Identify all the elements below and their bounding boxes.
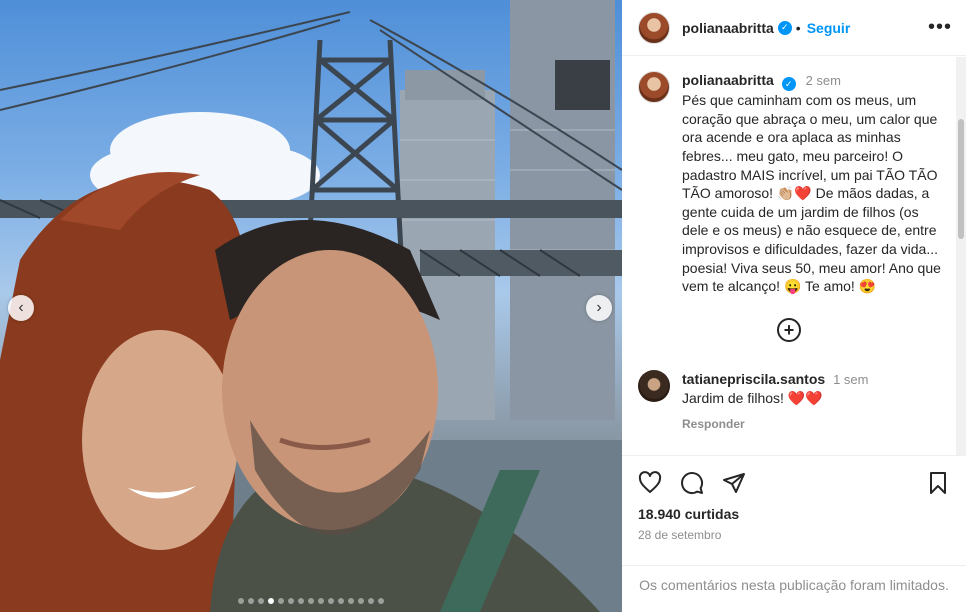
more-options-icon[interactable]: ••• [928, 16, 952, 39]
comment-body: tatianepriscila.santos 1 sem Jardim de f… [682, 370, 868, 433]
share-icon[interactable] [722, 471, 746, 495]
post-caption: polianaabritta ✓ 2 sem Pés que caminham … [638, 71, 956, 296]
caption-text: Pés que caminham com os meus, um coração… [682, 92, 941, 295]
comment-time[interactable]: 1 sem [833, 372, 868, 387]
post-photo[interactable]: ‹ › [0, 0, 622, 612]
carousel-dot [358, 598, 364, 604]
avatar[interactable] [638, 11, 670, 44]
carousel-dot [318, 598, 324, 604]
carousel-dot [248, 598, 254, 604]
comment-avatar[interactable] [638, 369, 670, 402]
caption-username[interactable]: polianaabritta [682, 72, 774, 88]
action-icons [638, 468, 950, 498]
carousel-dot [278, 598, 284, 604]
verified-badge-icon: ✓ [781, 77, 796, 92]
comment-username[interactable]: tatianepriscila.santos [682, 371, 825, 387]
post-date[interactable]: 28 de setembro [638, 528, 950, 542]
likes-count[interactable]: 18.940 curtidas [638, 506, 950, 522]
comments-limited-notice: Os comentários nesta publicação foram li… [622, 565, 966, 612]
carousel-dot [298, 598, 304, 604]
carousel-dot [268, 598, 274, 604]
scrollbar-thumb[interactable] [958, 119, 964, 239]
comment-text: Jardim de filhos! ❤️❤️ [682, 389, 823, 406]
carousel-prev-button[interactable]: ‹ [8, 295, 34, 321]
carousel-indicator [0, 598, 622, 604]
list-item: tatianepriscila.santos 1 sem Jardim de f… [638, 369, 956, 433]
chevron-right-icon: › [596, 299, 602, 316]
caption-body: polianaabritta ✓ 2 sem Pés que caminham … [682, 71, 942, 296]
carousel-dot [348, 598, 354, 604]
carousel-dot [378, 598, 384, 604]
load-more-comments-button[interactable]: + [622, 317, 956, 342]
carousel-dot [368, 598, 374, 604]
follow-button[interactable]: Seguir [807, 20, 851, 36]
carousel-dot [238, 598, 244, 604]
plus-circle-icon: + [777, 317, 801, 342]
comments-scrollbar[interactable] [956, 57, 966, 455]
photo-illustration [0, 0, 622, 612]
comment-icon[interactable] [680, 471, 704, 495]
actions-bar: 18.940 curtidas 28 de setembro [622, 455, 966, 542]
carousel-dot [308, 598, 314, 604]
carousel-dot [338, 598, 344, 604]
post-header: polianaabritta ✓ • Seguir ••• [622, 0, 966, 56]
carousel-dot [288, 598, 294, 604]
chevron-left-icon: ‹ [18, 299, 24, 316]
post-side-panel: polianaabritta ✓ • Seguir ••• polianaabr… [622, 0, 966, 612]
bookmark-icon[interactable] [926, 471, 950, 495]
comments-section[interactable]: polianaabritta ✓ 2 sem Pés que caminham … [622, 57, 956, 455]
heart-icon[interactable] [638, 471, 662, 495]
carousel-dot [328, 598, 334, 604]
header-username[interactable]: polianaabritta [682, 20, 774, 36]
reply-button[interactable]: Responder [682, 415, 868, 433]
carousel-dot [258, 598, 264, 604]
caption-time[interactable]: 2 sem [806, 73, 841, 88]
caption-avatar[interactable] [638, 71, 670, 103]
verified-badge-icon: ✓ [777, 20, 792, 35]
carousel-next-button[interactable]: › [586, 295, 612, 321]
header-separator: • [795, 19, 801, 36]
